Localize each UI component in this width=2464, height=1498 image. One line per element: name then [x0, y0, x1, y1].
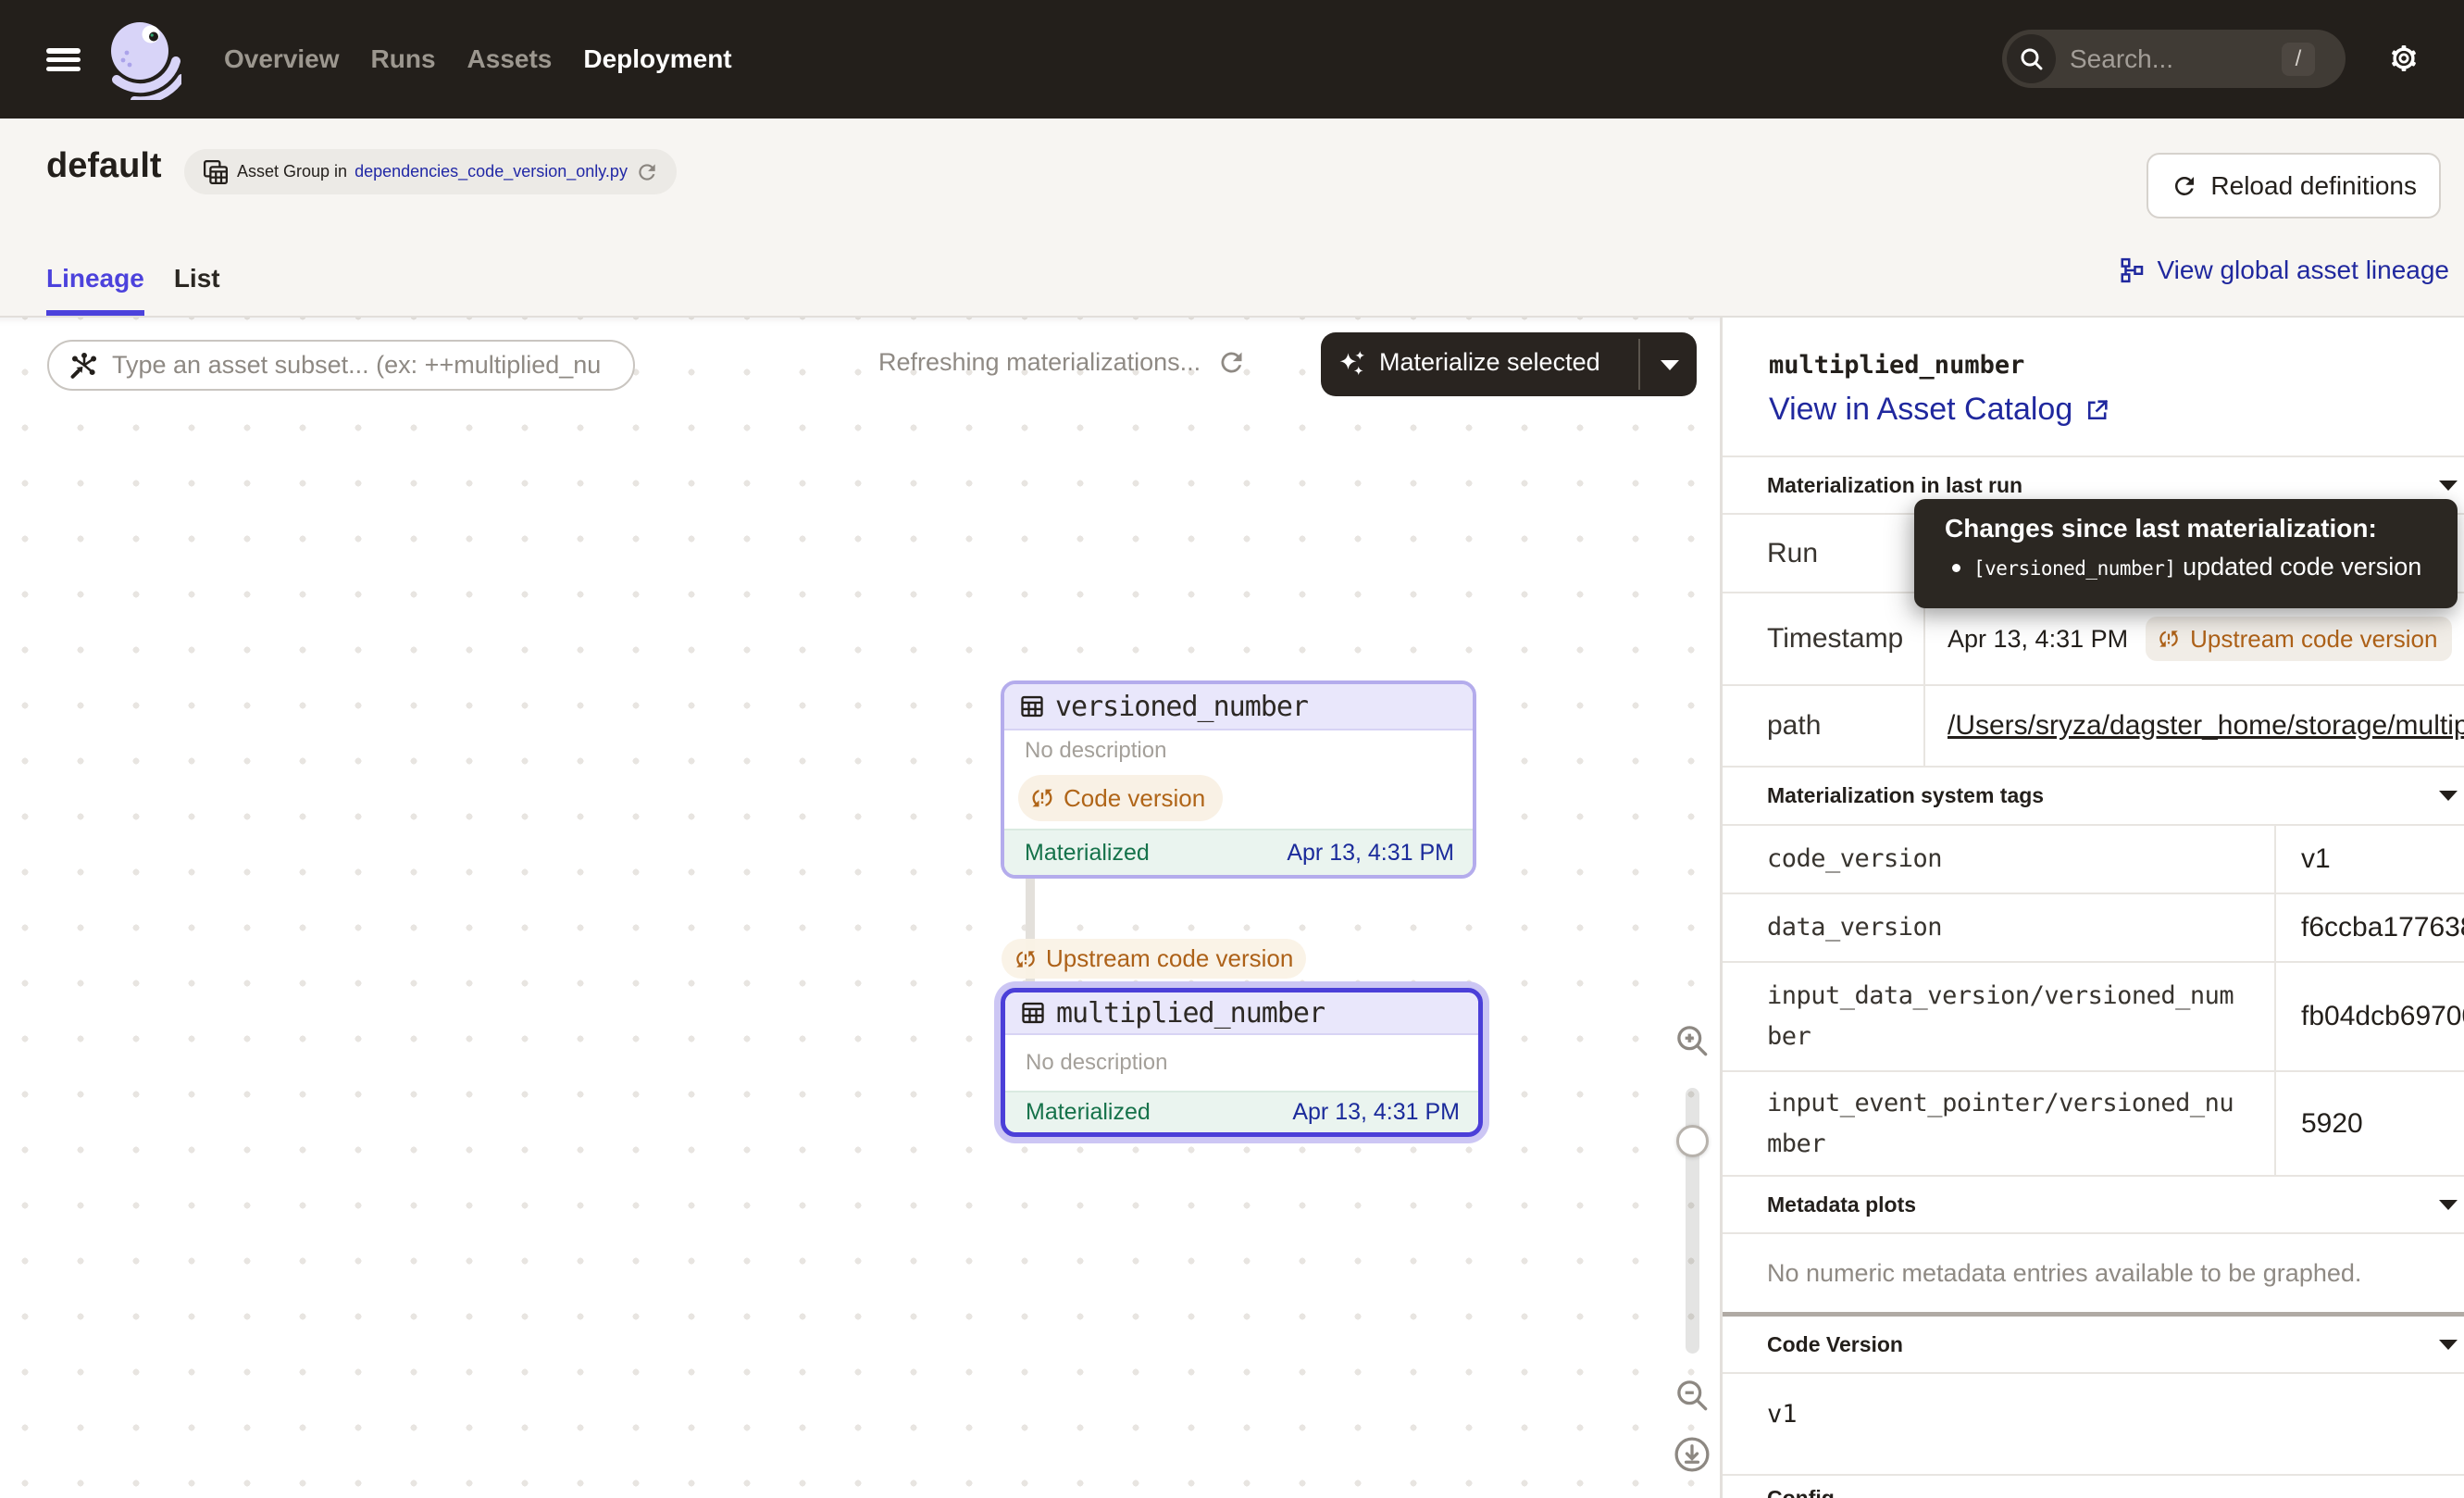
- op-selector-icon: [68, 350, 100, 381]
- lineage-icon: [2119, 256, 2147, 284]
- section-config[interactable]: Config: [1723, 1474, 2464, 1498]
- section-metadata-plots[interactable]: Metadata plots: [1723, 1175, 2464, 1232]
- section-code-version[interactable]: Code Version: [1723, 1317, 2464, 1372]
- dagster-logo[interactable]: [111, 22, 181, 100]
- collapse-caret-icon: [2438, 1339, 2458, 1351]
- search-shortcut-badge: /: [2282, 43, 2315, 76]
- nav-runs[interactable]: Runs: [371, 44, 436, 74]
- asset-subset-placeholder: Type an asset subset... (ex: ++multiplie…: [112, 351, 601, 380]
- settings-gear-icon[interactable]: [2389, 44, 2420, 75]
- table-icon: [1020, 1000, 1046, 1026]
- gear-icon: [2389, 44, 2419, 73]
- asset-group-label: Asset Group in: [237, 162, 347, 181]
- page-title: default: [46, 146, 162, 186]
- table-row-input-event-pointer: input_event_pointer/versioned_number 592…: [1723, 1070, 2464, 1175]
- search-input[interactable]: Search... /: [2002, 30, 2346, 88]
- asset-node-multiplied-number[interactable]: multiplied_number No description Materia…: [1001, 988, 1483, 1137]
- table-row-path: path /Users/sryza/dagster_home/storage/m…: [1723, 684, 2464, 766]
- view-in-asset-catalog-link[interactable]: View in Asset Catalog: [1769, 392, 2110, 428]
- metadata-plots-note: No numeric metadata entries available to…: [1723, 1232, 2464, 1312]
- zoom-out-icon[interactable]: [1672, 1375, 1712, 1416]
- asset-group-icon: [202, 158, 230, 186]
- refresh-icon: [635, 160, 659, 184]
- tab-lineage[interactable]: Lineage: [46, 264, 144, 316]
- download-circle-icon: [1672, 1434, 1712, 1475]
- nav-deployment[interactable]: Deployment: [583, 44, 731, 74]
- asset-detail-sidebar: multiplied_number View in Asset Catalog …: [1720, 318, 2464, 1498]
- asset-node-versioned-number[interactable]: versioned_number No description Code ver…: [1001, 680, 1476, 879]
- nav-assets[interactable]: Assets: [467, 44, 553, 74]
- asset-group-table-icon: [202, 158, 230, 186]
- refreshing-status: Refreshing materializations...: [878, 342, 1247, 382]
- search-placeholder: Search...: [2070, 44, 2173, 74]
- nav-overview[interactable]: Overview: [224, 44, 340, 74]
- table-icon: [1019, 693, 1045, 719]
- upstream-code-version-badge: Upstream code version: [1002, 939, 1306, 979]
- changes-tooltip: Changes since last materialization: [ver…: [1914, 499, 2458, 608]
- asset-subset-input[interactable]: Type an asset subset... (ex: ++multiplie…: [47, 340, 635, 391]
- table-row-input-data-version: input_data_version/versioned_number fb04…: [1723, 961, 2464, 1070]
- table-row-code-version: code_version v1: [1723, 824, 2464, 893]
- reload-group-icon[interactable]: [635, 160, 659, 184]
- materialized-status: Materialized: [1026, 1099, 1151, 1126]
- path-link[interactable]: /Users/sryza/dagster_home/storage/multip…: [1948, 710, 2464, 742]
- code-version-badge: Code version: [1018, 775, 1223, 821]
- magnifier-minus-icon: [1672, 1375, 1712, 1416]
- materialize-selected-button[interactable]: Materialize selected: [1321, 332, 1697, 396]
- refresh-icon: [1216, 347, 1247, 378]
- code-version-value: v1: [1723, 1372, 2464, 1474]
- collapse-caret-icon: [2438, 480, 2458, 492]
- zoom-slider-handle[interactable]: [1676, 1125, 1709, 1157]
- asset-group-file-link[interactable]: dependencies_code_version_only.py: [355, 162, 628, 181]
- materialized-time: Apr 13, 4:31 PM: [1292, 1099, 1460, 1126]
- view-tabs: Lineage List: [46, 264, 220, 316]
- sparkles-icon: [1336, 348, 1369, 381]
- magnifier-icon: [2017, 44, 2047, 74]
- top-navigation-bar: Overview Runs Assets Deployment Search..…: [0, 0, 2464, 119]
- external-link-icon: [2084, 397, 2110, 423]
- changed-icon: [1014, 947, 1038, 971]
- materialized-time: Apr 13, 4:31 PM: [1287, 840, 1454, 867]
- reload-definitions-button[interactable]: Reload definitions: [2147, 153, 2441, 218]
- changed-icon: [2157, 627, 2181, 651]
- magnifier-plus-icon: [1672, 1020, 1712, 1061]
- asset-group-pill: Asset Group in dependencies_code_version…: [184, 149, 677, 194]
- menu-icon[interactable]: [46, 48, 81, 71]
- download-icon[interactable]: [1672, 1434, 1712, 1475]
- collapse-caret-icon: [2438, 790, 2458, 802]
- dagster-octopus-icon: [111, 22, 181, 100]
- changed-icon: [1029, 785, 1055, 811]
- search-icon: [2007, 34, 2056, 83]
- collapse-caret-icon: [2438, 1199, 2458, 1211]
- page-header: default Asset Group in dependencies_code…: [0, 119, 2464, 318]
- asset-lineage-graph: Type an asset subset... (ex: ++multiplie…: [0, 318, 1720, 1498]
- primary-nav: Overview Runs Assets Deployment: [224, 0, 732, 119]
- upstream-code-version-badge: Upstream code version: [2146, 617, 2452, 661]
- zoom-controls: [1665, 318, 1720, 1498]
- sidebar-asset-title: multiplied_number: [1769, 351, 2024, 380]
- tab-list[interactable]: List: [174, 264, 220, 316]
- section-system-tags[interactable]: Materialization system tags: [1723, 766, 2464, 824]
- materialized-status: Materialized: [1025, 840, 1150, 867]
- view-global-asset-lineage-link[interactable]: View global asset lineage: [2119, 256, 2449, 285]
- zoom-in-icon[interactable]: [1672, 1020, 1712, 1061]
- refresh-icon: [2171, 172, 2198, 200]
- table-row-data-version: data_version f6ccba177638: [1723, 893, 2464, 961]
